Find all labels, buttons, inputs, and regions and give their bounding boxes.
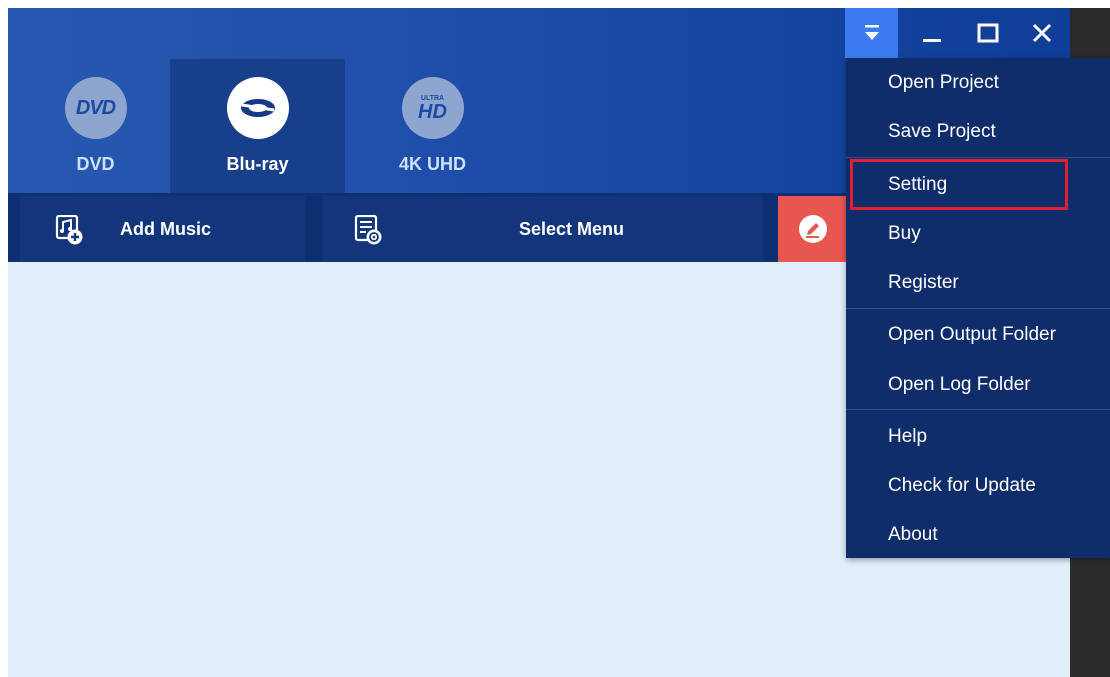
menu-item-open-log-folder[interactable]: Open Log Folder (846, 360, 1110, 409)
tab-label-4k-uhd: 4K UHD (398, 154, 466, 174)
menu-item-save-project[interactable]: Save Project (846, 107, 1110, 156)
menu-separator (846, 409, 1110, 410)
select-menu-label: Select Menu (519, 219, 625, 239)
edit-button[interactable] (778, 196, 848, 262)
add-music-label: Add Music (120, 219, 212, 239)
add-music-icon (55, 215, 83, 245)
menu-item-check-for-update[interactable]: Check for Update (846, 461, 1110, 510)
tab-4k-uhd[interactable]: ULTRA HD 4K UHD (345, 59, 520, 193)
maximize-button[interactable] (968, 8, 1008, 58)
uhd-logo-text: HD (418, 100, 447, 123)
tab-label-bluray: Blu-ray (226, 154, 289, 174)
menu-item-setting[interactable]: Setting (846, 160, 1110, 209)
menu-dropdown-button[interactable] (845, 8, 898, 58)
menu-item-buy[interactable]: Buy (846, 209, 1110, 258)
edit-pencil-icon (799, 215, 827, 243)
menu-item-about[interactable]: About (846, 510, 1110, 559)
minimize-icon (923, 39, 941, 42)
menu-item-register[interactable]: Register (846, 258, 1110, 307)
select-menu-button[interactable]: Select Menu (323, 196, 763, 262)
dvd-logo-text: DVD (75, 96, 116, 119)
dropdown-menu-icon (864, 25, 879, 40)
close-icon (1032, 23, 1052, 43)
menu-separator (846, 157, 1110, 158)
dvd-disc-icon: DVD (64, 77, 127, 139)
menu-item-help[interactable]: Help (846, 412, 1110, 461)
uhd-disc-icon: ULTRA HD (401, 77, 464, 139)
main-menu-dropdown: Open Project Save Project Setting Buy Re… (846, 58, 1110, 558)
add-music-button[interactable]: Add Music (20, 196, 305, 262)
menu-separator (846, 308, 1110, 309)
tab-label-dvd: DVD (76, 154, 115, 174)
tab-dvd[interactable]: DVD DVD (8, 59, 183, 193)
tab-bluray[interactable]: Blu-ray (170, 59, 345, 193)
maximize-icon (977, 23, 999, 43)
select-menu-icon (354, 215, 382, 245)
minimize-button[interactable] (912, 8, 952, 58)
menu-item-open-output-folder[interactable]: Open Output Folder (846, 310, 1110, 359)
bluray-disc-icon (226, 77, 289, 139)
close-button[interactable] (1022, 8, 1062, 58)
menu-item-open-project[interactable]: Open Project (846, 58, 1110, 107)
